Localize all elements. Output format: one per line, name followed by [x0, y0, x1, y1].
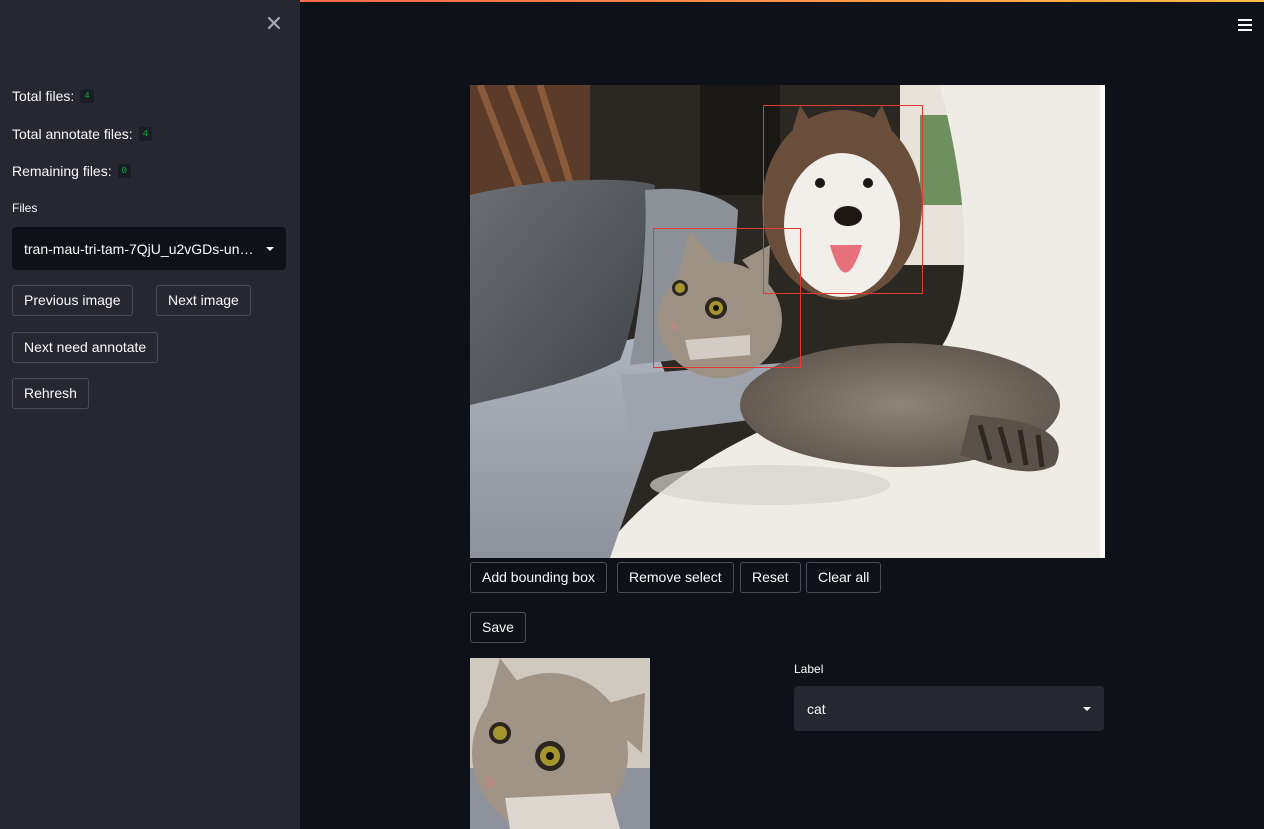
next-need-annotate-button[interactable]: Next need annotate: [12, 332, 159, 363]
stat-remaining-files: Remaining files: 0: [12, 163, 132, 179]
label-select[interactable]: cat: [794, 686, 1104, 731]
files-select[interactable]: tran-mau-tri-tam-7QjU_u2vGDs-unsplash.jp…: [12, 227, 286, 270]
sidebar: ✕ Total files: 4 Total annotate files: 4…: [0, 0, 300, 829]
stat-total-files: Total files: 4: [12, 88, 94, 104]
stat-label: Remaining files:: [12, 163, 112, 179]
stat-label: Total files:: [12, 88, 75, 104]
annotation-canvas[interactable]: [470, 85, 1105, 558]
stat-label: Total annotate files:: [12, 126, 133, 142]
bounding-box-cat[interactable]: [653, 228, 801, 368]
label-select-value: cat: [807, 700, 826, 717]
save-button[interactable]: Save: [470, 612, 526, 643]
chevron-down-icon: [1083, 706, 1091, 711]
refresh-button[interactable]: Rehresh: [12, 378, 89, 409]
hamburger-menu-icon[interactable]: [1236, 16, 1254, 34]
files-select-value: tran-mau-tri-tam-7QjU_u2vGDs-unsplash.jp…: [24, 240, 258, 257]
add-bounding-box-button[interactable]: Add bounding box: [470, 562, 607, 593]
stat-value: 4: [80, 89, 94, 103]
stat-value: 0: [117, 164, 132, 178]
next-image-button[interactable]: Next image: [156, 285, 251, 316]
previous-image-button[interactable]: Previous image: [12, 285, 133, 316]
files-label: Files: [12, 201, 38, 215]
clear-all-button[interactable]: Clear all: [806, 562, 882, 593]
chevron-down-icon: [266, 246, 274, 251]
reset-button[interactable]: Reset: [740, 562, 801, 593]
cropped-preview-image: [470, 658, 650, 829]
stat-total-annotate-files: Total annotate files: 4: [12, 126, 153, 142]
stat-value: 4: [138, 127, 153, 141]
close-icon[interactable]: ✕: [262, 12, 286, 36]
label-field-title: Label: [794, 662, 824, 676]
remove-select-button[interactable]: Remove select: [617, 562, 734, 593]
